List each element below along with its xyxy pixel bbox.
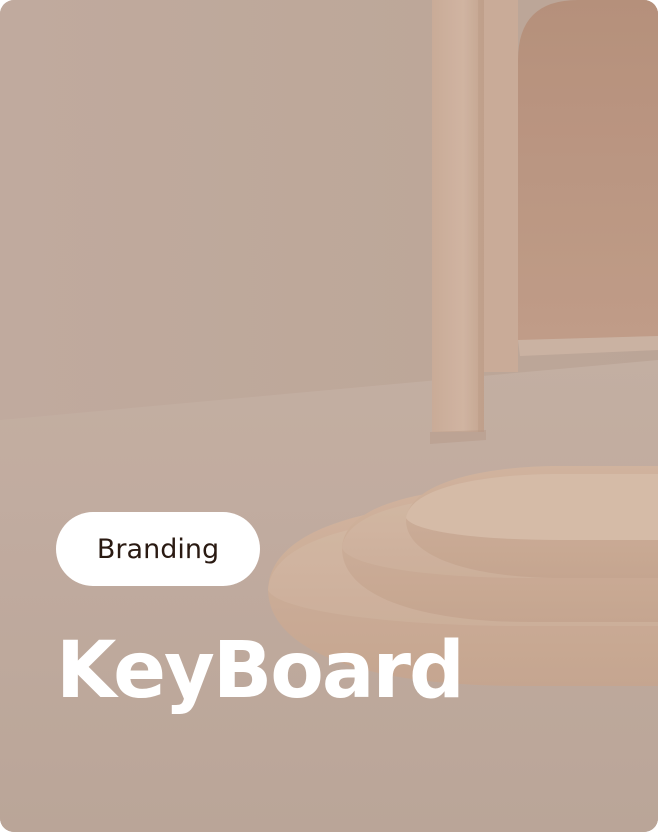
tag-label: Branding xyxy=(96,533,220,565)
card-title: KeyBoard xyxy=(56,626,465,716)
tag-branding[interactable]: Branding xyxy=(56,512,260,586)
project-card[interactable]: Branding KeyBoard xyxy=(0,0,658,832)
